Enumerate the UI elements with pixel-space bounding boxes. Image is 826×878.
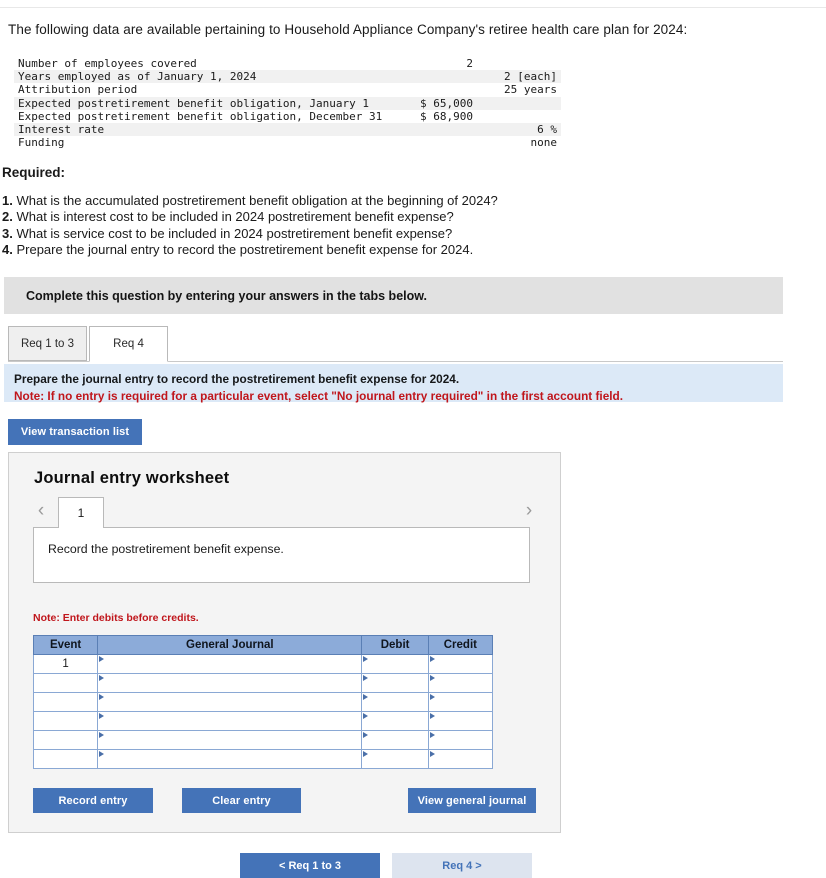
journal-entry-worksheet-panel: Journal entry worksheet ‹ 1 › Record the…	[8, 452, 561, 833]
required-item: 1. What is the accumulated postretiremen…	[2, 193, 722, 209]
journal-table-row	[32, 711, 494, 731]
required-item-number: 4.	[2, 242, 13, 258]
debit-cell[interactable]	[361, 730, 429, 750]
fact-value: 6 %	[537, 123, 557, 137]
event-cell	[32, 749, 99, 769]
debit-cell[interactable]	[361, 654, 429, 674]
fact-row: Attribution period 25 years	[14, 83, 561, 96]
view-transaction-list-button[interactable]: View transaction list	[8, 419, 142, 445]
credit-cell[interactable]	[427, 711, 494, 731]
required-item: 4. Prepare the journal entry to record t…	[2, 242, 722, 258]
required-heading: Required:	[2, 165, 66, 180]
fact-table-body: Number of employees covered 2 Years employ…	[14, 57, 561, 149]
debits-before-credits-note: Note: Enter debits before credits.	[33, 612, 199, 624]
fact-label: Interest rate	[18, 123, 105, 137]
intro-text: The following data are available pertain…	[8, 22, 688, 37]
fact-label: Expected postretirement benefit obligati…	[18, 96, 369, 110]
top-divider	[0, 7, 826, 8]
view-general-journal-button[interactable]: View general journal	[408, 788, 536, 813]
banner-text: Complete this question by entering your …	[26, 288, 427, 303]
event-cell	[32, 673, 99, 693]
credit-cell[interactable]	[427, 673, 494, 693]
required-item-text: Prepare the journal entry to record the …	[16, 242, 474, 258]
general-journal-cell[interactable]	[97, 711, 363, 731]
requirement-instruction-panel: Prepare the journal entry to record the …	[4, 364, 783, 403]
worksheet-page-tab-1[interactable]: 1	[58, 497, 104, 528]
instruction-line: Prepare the journal entry to record the …	[14, 372, 460, 386]
required-item-text: What is interest cost to be included in …	[16, 209, 454, 225]
fact-value: 2	[466, 57, 473, 70]
debit-cell[interactable]	[361, 711, 429, 731]
general-journal-cell[interactable]	[97, 730, 363, 750]
fact-table: Number of employees covered 2 Years employ…	[14, 57, 561, 149]
event-cell	[32, 730, 99, 750]
fact-label: Expected postretirement benefit obligati…	[18, 109, 383, 123]
fact-label: Years employed as of January 1, 2024	[18, 70, 257, 84]
required-item-text: What is the accumulated postretirement b…	[16, 193, 498, 208]
fact-value: $ 65,000	[420, 96, 473, 110]
required-item: 2. What is interest cost to be included …	[2, 209, 722, 225]
fact-row: Interest rate 6 %	[14, 123, 561, 137]
chevron-left-icon[interactable]: ‹	[32, 500, 50, 522]
column-header-debit: Debit	[361, 635, 429, 655]
journal-header-row: Event General Journal Debit Credit	[32, 635, 494, 655]
required-list: 1. What is the accumulated postretiremen…	[2, 193, 722, 259]
fact-row: Funding none	[14, 136, 561, 149]
fact-label: Attribution period	[18, 83, 138, 97]
debit-cell[interactable]	[361, 692, 429, 712]
general-journal-cell[interactable]	[97, 673, 363, 693]
fact-row: Years employed as of January 1, 2024 2 [e…	[14, 70, 561, 84]
credit-cell[interactable]	[427, 692, 494, 712]
journal-table-row	[32, 730, 494, 750]
event-cell: 1	[32, 654, 99, 674]
required-item-text: What is service cost to be included in 2…	[16, 225, 453, 241]
general-journal-cell[interactable]	[97, 749, 363, 769]
requirement-tabs: Req 1 to 3 Req 4	[8, 326, 783, 363]
entry-description-text: Record the postretirement benefit expens…	[48, 542, 284, 556]
general-journal-cell[interactable]	[97, 692, 363, 712]
record-entry-button[interactable]: Record entry	[33, 788, 153, 813]
tab-req-1-to-3[interactable]: Req 1 to 3	[8, 326, 87, 361]
column-header-event: Event	[32, 635, 99, 655]
tab-req-4[interactable]: Req 4	[89, 326, 168, 362]
chevron-right-icon[interactable]: ›	[520, 500, 538, 522]
required-item-number: 2.	[2, 209, 13, 225]
journal-table-row	[32, 692, 494, 712]
required-item-number: 3.	[2, 225, 13, 241]
credit-cell[interactable]	[427, 654, 494, 674]
journal-entry-table: Event General Journal Debit Credit 1	[32, 635, 494, 769]
fact-row: Expected postretirement benefit obligati…	[14, 110, 561, 123]
journal-table-row	[32, 673, 494, 693]
credit-cell[interactable]	[427, 749, 494, 769]
worksheet-title: Journal entry worksheet	[34, 469, 230, 487]
column-header-credit: Credit	[427, 635, 494, 655]
debit-cell[interactable]	[361, 673, 429, 693]
required-item-number: 1.	[2, 193, 13, 208]
column-header-general-journal: General Journal	[97, 635, 363, 655]
entry-description-box: Record the postretirement benefit expens…	[33, 527, 530, 583]
instruction-note: Note: If no entry is required for a part…	[14, 389, 624, 403]
complete-question-banner: Complete this question by entering your …	[4, 277, 783, 314]
fact-row: Expected postretirement benefit obligati…	[14, 96, 561, 110]
fact-value: 25 years	[504, 83, 557, 97]
fact-value: $ 68,900	[420, 109, 473, 123]
journal-table-row	[32, 749, 494, 769]
fact-label: Number of employees covered	[18, 57, 197, 70]
fact-value: 2 [each]	[504, 70, 557, 84]
nav-next-req-button[interactable]: Req 4 >	[392, 853, 532, 878]
journal-table-body: 1	[32, 654, 494, 769]
debit-cell[interactable]	[361, 749, 429, 769]
clear-entry-button[interactable]: Clear entry	[182, 788, 301, 813]
fact-row: Number of employees covered 2	[14, 57, 561, 70]
fact-value: none	[530, 136, 558, 150]
general-journal-cell[interactable]	[97, 654, 363, 674]
journal-table-head: Event General Journal Debit Credit	[32, 635, 494, 655]
fact-label: Funding	[18, 136, 65, 150]
nav-prev-req-button[interactable]: < Req 1 to 3	[240, 853, 380, 878]
credit-cell[interactable]	[427, 730, 494, 750]
journal-table-row: 1	[32, 654, 494, 674]
required-item: 3. What is service cost to be included i…	[2, 226, 722, 242]
event-cell	[32, 711, 99, 731]
event-cell	[32, 692, 99, 712]
